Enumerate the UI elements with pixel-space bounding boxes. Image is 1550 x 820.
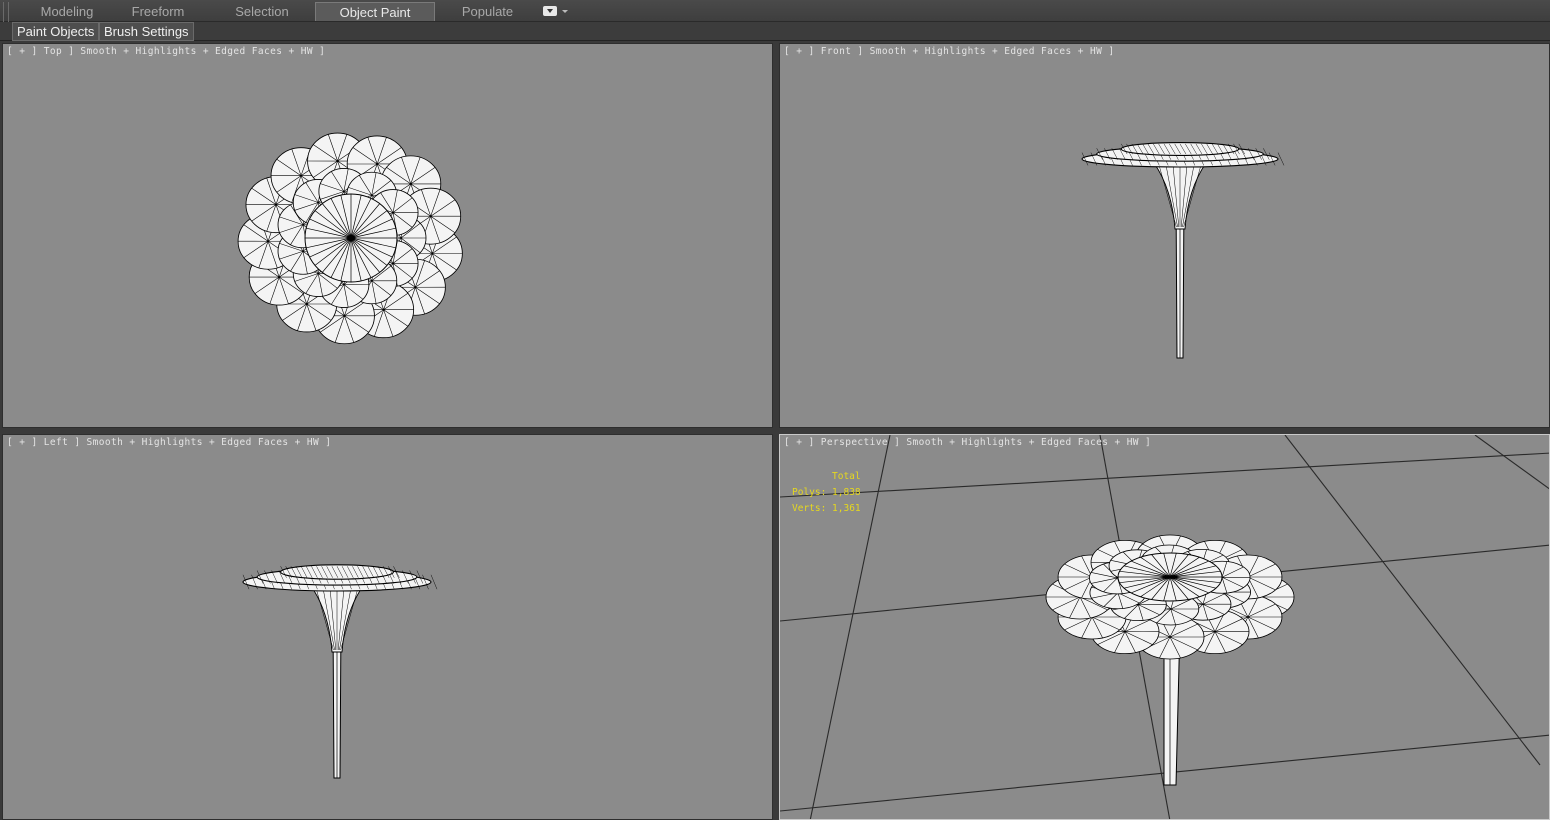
viewport-perspective-canvas[interactable] [780, 435, 1550, 820]
scene-statistics: Total Polys: 1,838 Verts: 1,361 [792, 469, 861, 517]
flower-mesh-top [237, 132, 463, 345]
stats-verts: Verts: 1,361 [792, 503, 861, 514]
flower-mesh-perspective [1045, 534, 1295, 786]
tab-object-paint[interactable]: Object Paint [315, 2, 435, 21]
viewport-perspective-label[interactable]: [ + ] Perspective ] Smooth + Highlights … [784, 437, 1151, 448]
viewport-left-label[interactable]: [ + ] Left ] Smooth + Highlights + Edged… [7, 437, 331, 448]
tab-freeform[interactable]: Freeform [110, 2, 206, 21]
tab-modeling[interactable]: Modeling [18, 2, 116, 21]
brush-settings-panel[interactable]: Brush Settings [99, 22, 194, 41]
tab-populate[interactable]: Populate [440, 2, 535, 21]
viewport-top-label[interactable]: [ + ] Top ] Smooth + Highlights + Edged … [7, 46, 325, 57]
viewport-top[interactable]: [ + ] Top ] Smooth + Highlights + Edged … [2, 43, 773, 428]
viewport-top-canvas[interactable] [3, 44, 773, 428]
tab-selection[interactable]: Selection [212, 2, 312, 21]
viewport-front-label[interactable]: [ + ] Front ] Smooth + Highlights + Edge… [784, 46, 1114, 57]
ribbon-tab-bar: Modeling Freeform Selection Object Paint… [0, 0, 1550, 22]
viewport-perspective[interactable]: [ + ] Perspective ] Smooth + Highlights … [779, 434, 1550, 820]
viewport-front-canvas[interactable] [780, 44, 1550, 428]
ribbon-panel-bar: Paint Objects Brush Settings [0, 22, 1550, 41]
flower-mesh-side [242, 564, 438, 779]
viewport-left[interactable]: [ + ] Left ] Smooth + Highlights + Edged… [2, 434, 773, 820]
viewport-left-canvas[interactable] [3, 435, 773, 820]
flower-mesh-side [1081, 142, 1285, 359]
stats-total-label: Total [832, 471, 861, 482]
stats-polys: Polys: 1,838 [792, 487, 861, 498]
dropdown-icon [543, 6, 557, 16]
ribbon-options-button[interactable] [543, 6, 569, 18]
chevron-down-icon [562, 10, 568, 13]
paint-objects-panel[interactable]: Paint Objects [12, 22, 100, 41]
viewport-front[interactable]: [ + ] Front ] Smooth + Highlights + Edge… [779, 43, 1550, 428]
